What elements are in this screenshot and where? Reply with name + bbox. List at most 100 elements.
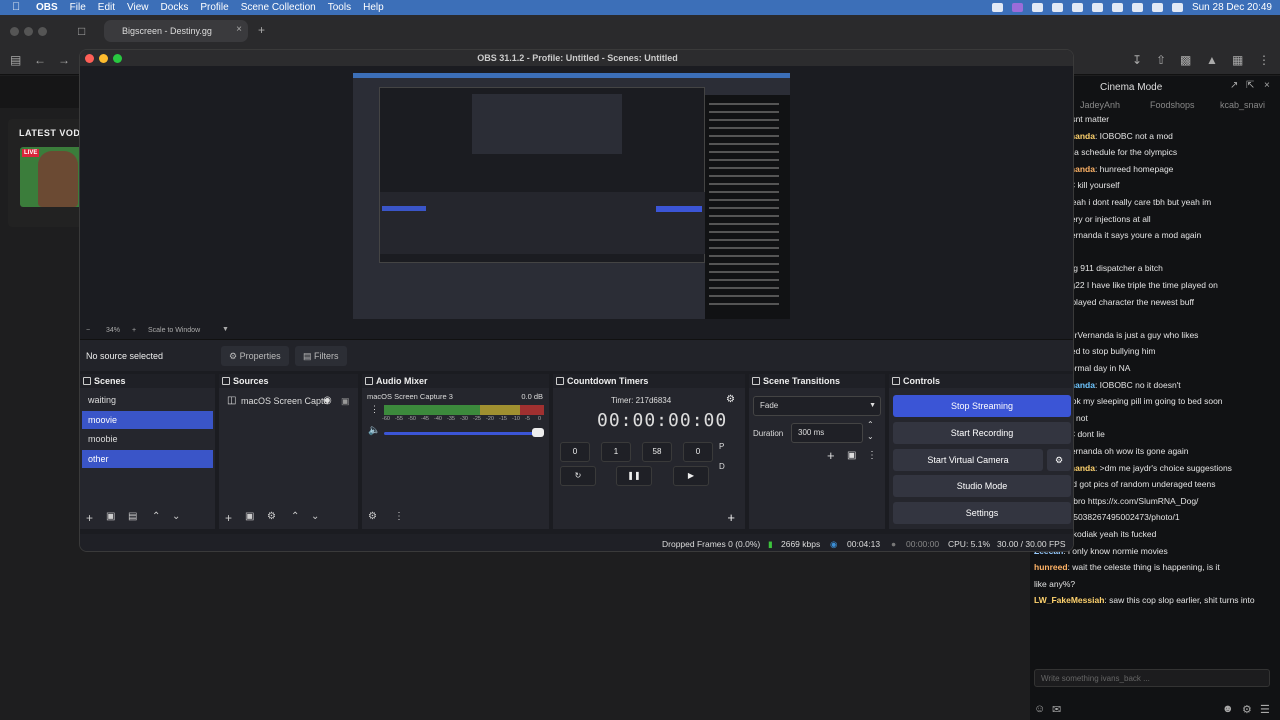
move-up-icon[interactable]: ⌃ (152, 511, 160, 522)
filters-button[interactable]: ▤ Filters (295, 346, 347, 366)
scene-item[interactable]: moobie (82, 430, 213, 448)
move-down-icon[interactable]: ⌄ (311, 511, 319, 522)
wifi-icon[interactable] (1111, 3, 1123, 12)
hours-field[interactable]: 1 (601, 442, 631, 462)
start-recording-button[interactable]: Start Recording (893, 422, 1071, 444)
back-icon[interactable]: ← (34, 53, 46, 67)
minimize-button[interactable] (99, 54, 108, 63)
add-transition-icon[interactable]: + (827, 448, 835, 463)
emoji-icon[interactable]: ☺ (1034, 703, 1045, 715)
zoom-in-icon[interactable]: + (132, 327, 136, 334)
chat-username[interactable]: LW_FakeMessiah (1034, 595, 1104, 605)
status-icon[interactable] (991, 3, 1003, 12)
volume-slider[interactable] (384, 432, 544, 435)
menu-profile[interactable]: Profile (194, 2, 234, 13)
stop-streaming-button[interactable]: Stop Streaming (893, 395, 1071, 417)
period-d-button[interactable]: D (719, 462, 725, 471)
scene-item[interactable]: waiting (82, 391, 213, 409)
transition-select[interactable]: Fade ▼ (753, 396, 881, 416)
menu-docks[interactable]: Docks (155, 2, 195, 13)
menu-tools[interactable]: Tools (322, 2, 357, 13)
reset-button[interactable]: ↻ (560, 466, 596, 486)
add-scene-icon[interactable]: + (86, 511, 93, 525)
menu-file[interactable]: File (64, 2, 92, 13)
whisper-icon[interactable]: ✉ (1052, 703, 1061, 716)
control-center-icon[interactable] (1171, 3, 1183, 12)
mixer-settings-icon[interactable]: ⚙ (368, 511, 377, 522)
zoom-out-icon[interactable]: − (86, 327, 90, 334)
users-icon[interactable]: ☻ (1222, 703, 1234, 715)
speaker-icon[interactable]: 🔈 (368, 425, 380, 436)
preview-canvas[interactable] (353, 73, 790, 319)
settings-gear-icon[interactable]: ⚙ (1242, 703, 1252, 716)
add-timer-icon[interactable]: + (727, 510, 735, 525)
zoom-dot[interactable] (38, 27, 47, 36)
browser-tab[interactable]: Bigscreen - Destiny.gg × (104, 20, 248, 42)
days-field[interactable]: 0 (560, 442, 590, 462)
sidebar-icon[interactable]: ▤ (10, 53, 21, 67)
scene-item[interactable]: other (82, 449, 213, 468)
remove-scene-icon[interactable]: ▣ (106, 511, 115, 522)
chat-menu-icon[interactable]: ☰ (1260, 703, 1270, 716)
menu-help[interactable]: Help (357, 2, 390, 13)
dropbox-icon[interactable] (1071, 3, 1083, 12)
tab-close-icon[interactable]: × (236, 24, 242, 35)
duration-up-icon[interactable]: ⌃ (867, 420, 874, 429)
menu-edit[interactable]: Edit (92, 2, 121, 13)
source-props-icon[interactable]: ⚙ (267, 511, 276, 522)
mixer-menu-icon[interactable]: ⋮ (394, 511, 404, 522)
latest-vod-card[interactable]: LATEST VOD LIVE (8, 119, 88, 227)
remove-transition-icon[interactable]: ▣ (847, 450, 856, 461)
chat-input[interactable]: Write something ivans_back ... (1034, 669, 1270, 687)
scale-dropdown-icon[interactable]: ▼ (222, 326, 229, 333)
remove-source-icon[interactable]: ▣ (245, 511, 254, 522)
start-virtual-camera-button[interactable]: Start Virtual Camera (893, 449, 1043, 471)
pause-button[interactable]: ❚❚ (616, 466, 652, 486)
lock-icon[interactable]: ▣ (341, 392, 350, 410)
obs-status-icon[interactable] (1011, 3, 1023, 12)
menu-scene-collection[interactable]: Scene Collection (235, 2, 322, 13)
eye-icon[interactable]: ◉ (323, 392, 332, 410)
download-icon[interactable]: ↧ (1132, 53, 1142, 67)
menu-view[interactable]: View (121, 2, 155, 13)
add-source-icon[interactable]: + (225, 511, 232, 525)
clock[interactable]: Sun 28 Dec 20:49 (1192, 2, 1272, 13)
chat-tab[interactable]: JadeyAnh (1080, 100, 1120, 110)
forward-icon[interactable]: → (58, 53, 70, 67)
expand-icon[interactable]: ⇱ (1246, 80, 1254, 91)
tab-overview-icon[interactable]: □ (78, 24, 85, 38)
battery-icon[interactable] (1131, 3, 1143, 12)
virtual-camera-settings-button[interactable]: ⚙ (1047, 449, 1071, 471)
properties-button[interactable]: ⚙ Properties (221, 346, 289, 366)
seconds-field[interactable]: 0 (683, 442, 713, 462)
menu-app-name[interactable]: OBS (0, 2, 64, 13)
chat-tab[interactable]: kcab_snavi (1220, 100, 1265, 110)
share-icon[interactable]: ⇧ (1156, 53, 1166, 67)
headphones-icon[interactable] (1091, 3, 1103, 12)
move-down-icon[interactable]: ⌄ (172, 511, 180, 522)
bluetooth-icon[interactable] (1031, 3, 1043, 12)
minimize-dot[interactable] (24, 27, 33, 36)
chat-tab[interactable]: Foodshops (1150, 100, 1195, 110)
zoom-button[interactable] (113, 54, 122, 63)
duration-field[interactable]: 300 ms (791, 423, 863, 443)
chat-close-icon[interactable]: × (1264, 80, 1270, 91)
period-p-button[interactable]: P (719, 442, 724, 451)
shield-icon[interactable]: ▲ (1206, 53, 1218, 67)
scene-item[interactable]: moovie (82, 410, 213, 429)
scene-filter-icon[interactable]: ▤ (128, 511, 137, 522)
tabs-icon[interactable]: ▦ (1232, 53, 1243, 67)
settings-button[interactable]: Settings (893, 502, 1071, 524)
minutes-field[interactable]: 58 (642, 442, 672, 462)
close-button[interactable] (85, 54, 94, 63)
close-dot[interactable] (10, 27, 19, 36)
volume-slider-handle[interactable] (532, 428, 544, 437)
obs-preview[interactable] (80, 66, 1073, 324)
more-icon[interactable]: ⋮ (1258, 53, 1270, 67)
chat-username[interactable]: hunreed (1034, 562, 1068, 572)
studio-mode-button[interactable]: Studio Mode (893, 475, 1071, 497)
channel-menu-icon[interactable]: ⋮ (370, 404, 379, 415)
timer-settings-icon[interactable]: ⚙ (726, 394, 735, 405)
music-icon[interactable] (1051, 3, 1063, 12)
extension-icon[interactable]: ▩ (1180, 53, 1191, 67)
